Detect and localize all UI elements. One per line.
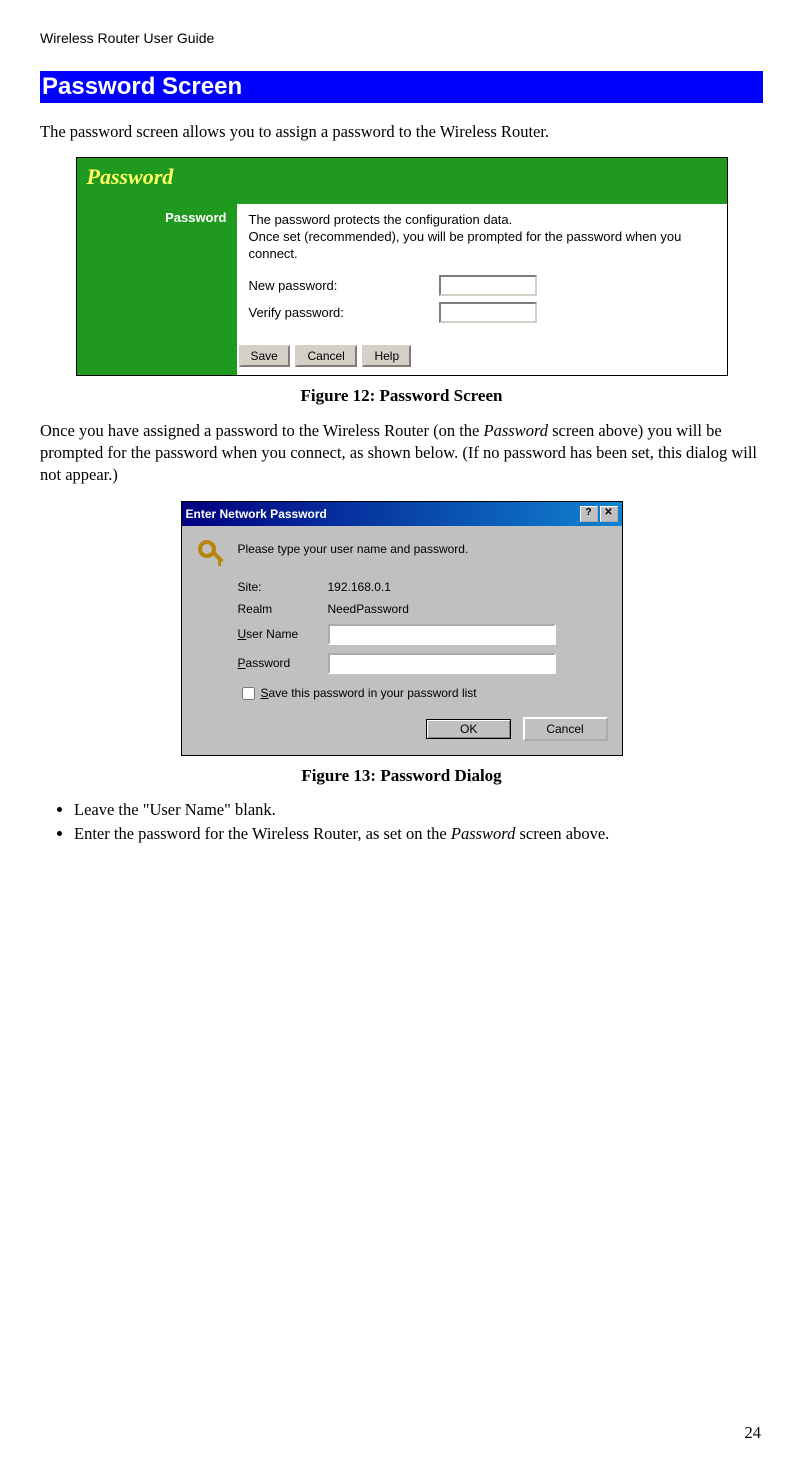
figure-13-caption: Figure 13: Password Dialog bbox=[40, 766, 763, 786]
para2-password-word: Password bbox=[484, 421, 549, 440]
intro-paragraph: The password screen allows you to assign… bbox=[40, 121, 763, 143]
verify-password-input[interactable] bbox=[439, 302, 537, 323]
figure-12: Password Password The password protects … bbox=[40, 157, 763, 406]
ok-button[interactable]: OK bbox=[426, 719, 511, 739]
key-icon bbox=[196, 538, 228, 570]
help-button[interactable]: Help bbox=[362, 345, 411, 367]
cancel-button[interactable]: Cancel bbox=[295, 345, 356, 367]
username-label: User Name bbox=[238, 627, 328, 641]
password-desc-line2: Once set (recommended), you will be prom… bbox=[249, 229, 682, 261]
realm-label: Realm bbox=[238, 602, 328, 616]
figure-13: Enter Network Password ? ✕ Please type y… bbox=[40, 501, 763, 786]
bullet2-password-word: Password bbox=[451, 824, 516, 843]
network-password-dialog: Enter Network Password ? ✕ Please type y… bbox=[181, 501, 623, 756]
verify-password-label: Verify password: bbox=[249, 305, 439, 320]
dialog-cancel-button[interactable]: Cancel bbox=[523, 717, 608, 741]
dialog-titlebar: Enter Network Password ? ✕ bbox=[182, 502, 622, 526]
password-label: Password bbox=[238, 656, 328, 670]
running-header: Wireless Router User Guide bbox=[40, 30, 763, 46]
para2-part1: Once you have assigned a password to the… bbox=[40, 421, 484, 440]
password-panel-title: Password bbox=[77, 158, 727, 204]
password-main-area: The password protects the configuration … bbox=[237, 204, 727, 339]
new-password-input[interactable] bbox=[439, 275, 537, 296]
post-figure-paragraph: Once you have assigned a password to the… bbox=[40, 420, 763, 487]
password-side-label: Password bbox=[77, 204, 237, 339]
site-label: Site: bbox=[238, 580, 328, 594]
titlebar-close-button[interactable]: ✕ bbox=[600, 506, 618, 522]
new-password-label: New password: bbox=[249, 278, 439, 293]
password-input[interactable] bbox=[328, 653, 556, 674]
realm-value: NeedPassword bbox=[328, 602, 598, 616]
save-button[interactable]: Save bbox=[239, 345, 290, 367]
instruction-list: Leave the "User Name" blank. Enter the p… bbox=[40, 800, 763, 844]
titlebar-help-button[interactable]: ? bbox=[580, 506, 598, 522]
figure-12-caption: Figure 12: Password Screen bbox=[40, 386, 763, 406]
site-value: 192.168.0.1 bbox=[328, 580, 598, 594]
list-item: Enter the password for the Wireless Rout… bbox=[74, 824, 763, 844]
bullet2-part1: Enter the password for the Wireless Rout… bbox=[74, 824, 451, 843]
save-password-label: Save this password in your password list bbox=[261, 686, 477, 700]
bullet2-part3: screen above. bbox=[515, 824, 609, 843]
username-input[interactable] bbox=[328, 624, 556, 645]
list-item: Leave the "User Name" blank. bbox=[74, 800, 763, 820]
save-password-checkbox[interactable] bbox=[242, 687, 255, 700]
password-panel: Password Password The password protects … bbox=[76, 157, 728, 376]
dialog-prompt: Please type your user name and password. bbox=[238, 538, 469, 556]
password-desc-line1: The password protects the configuration … bbox=[249, 212, 513, 227]
dialog-title-text: Enter Network Password bbox=[186, 507, 327, 521]
section-heading: Password Screen bbox=[40, 71, 763, 103]
page-number: 24 bbox=[745, 1423, 762, 1443]
